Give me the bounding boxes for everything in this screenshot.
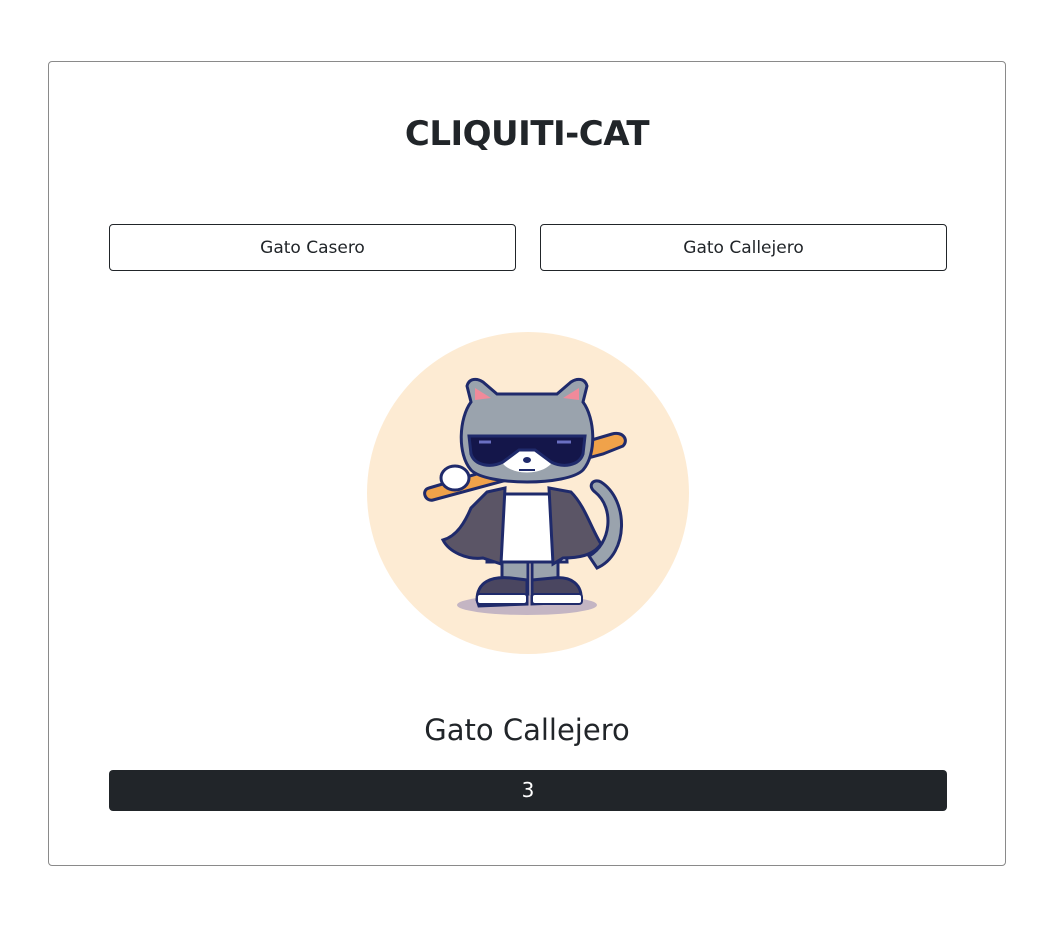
cat-image[interactable]: [367, 332, 689, 654]
app-title: CLIQUITI-CAT: [404, 114, 650, 154]
street-cat-icon: [367, 332, 689, 654]
main-card: CLIQUITI-CAT Gato Casero Gato Callejero: [48, 61, 1006, 866]
street-cat-button[interactable]: Gato Callejero: [540, 224, 947, 271]
click-counter: 3: [109, 770, 947, 811]
home-cat-button[interactable]: Gato Casero: [109, 224, 516, 271]
selected-cat-name: Gato Callejero: [424, 713, 630, 747]
